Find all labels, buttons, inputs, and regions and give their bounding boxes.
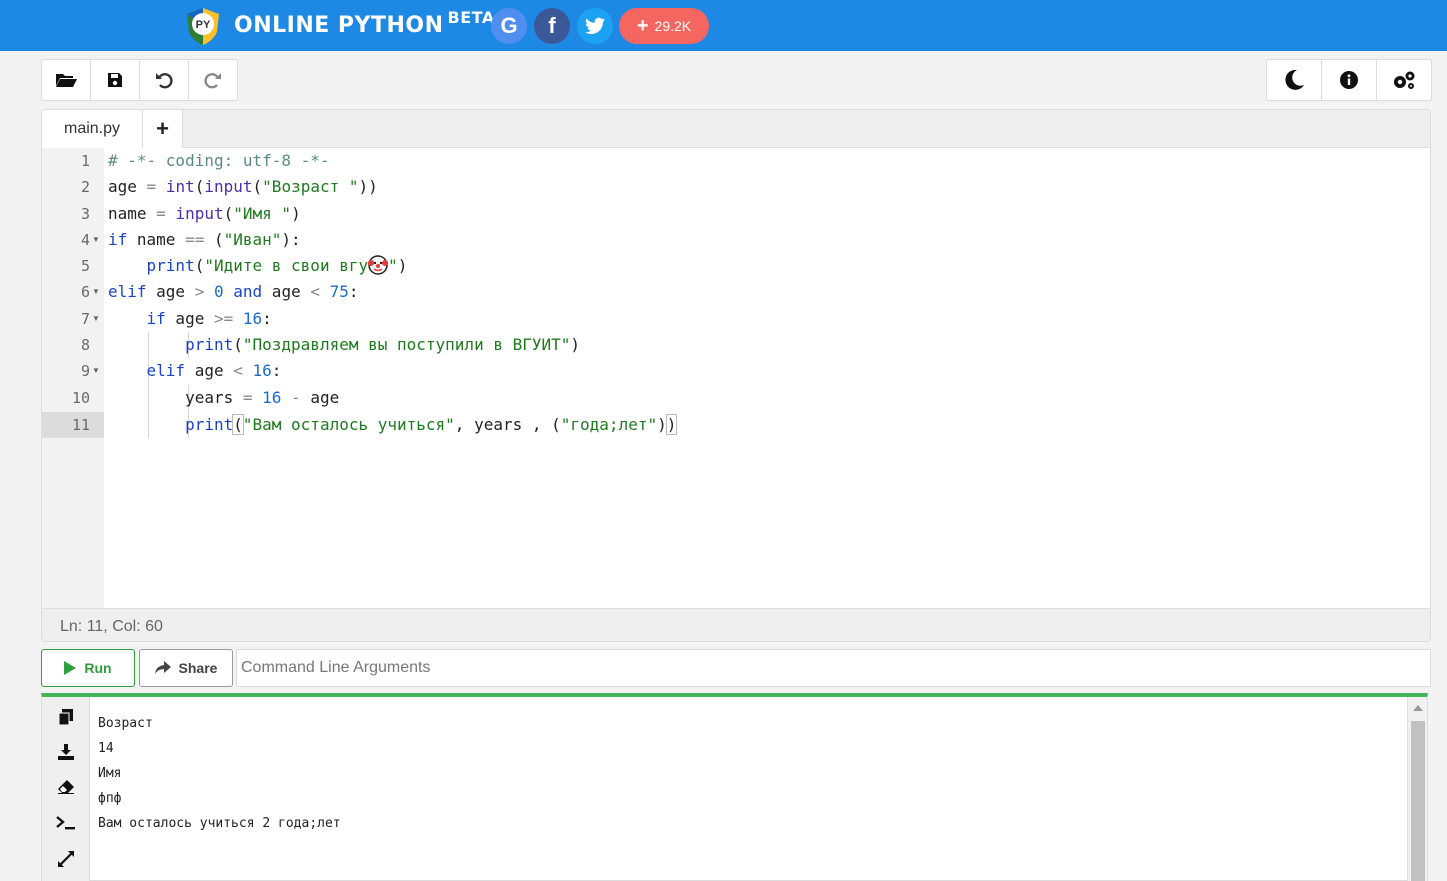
code-line: # -*- coding: utf-8 -*-	[108, 151, 330, 170]
open-folder-icon	[56, 74, 77, 87]
google-icon: G	[500, 13, 518, 38]
twitter-bird-icon	[585, 17, 605, 34]
share-count: 29.2K	[654, 18, 692, 34]
file-toolbar	[41, 59, 238, 101]
expand-console-button[interactable]	[54, 847, 78, 871]
copy-output-button[interactable]	[54, 705, 78, 729]
copy-icon	[59, 709, 73, 725]
save-icon	[108, 73, 122, 87]
logo-shield-icon[interactable]: PY	[183, 6, 223, 46]
share-count-button[interactable]: + 29.2K	[619, 8, 709, 44]
scroll-thumb[interactable]	[1411, 721, 1425, 881]
code-line: years = 16 - age	[108, 388, 340, 407]
output-line: Вам осталось учиться 2 года;лет	[98, 816, 341, 831]
share-label: Share	[178, 660, 218, 676]
text-cursor	[676, 415, 678, 433]
info-icon	[1340, 71, 1358, 89]
line-number: 8	[80, 336, 90, 354]
expand-icon	[58, 851, 74, 867]
status-bar: Ln: 11, Col: 60	[42, 608, 1430, 641]
logo-text: PY	[196, 19, 211, 31]
view-toolbar	[1266, 59, 1432, 101]
facebook-icon: f	[548, 13, 556, 38]
info-button[interactable]	[1322, 60, 1377, 100]
line-number: 9	[80, 362, 90, 380]
code-line: print("Идите в свои вгу ")	[146, 255, 408, 275]
fold-arrow-icon[interactable]: ▼	[92, 227, 100, 253]
terminal-button[interactable]	[54, 811, 78, 835]
fold-arrow-icon[interactable]: ▼	[92, 279, 100, 305]
line-number: 11	[71, 416, 90, 434]
google-share-button[interactable]: G	[491, 8, 527, 44]
facebook-share-button[interactable]: f	[534, 8, 570, 44]
plus-icon: +	[636, 15, 649, 37]
redo-icon	[204, 73, 221, 89]
redo-button[interactable]	[189, 60, 237, 100]
clear-output-button[interactable]	[54, 775, 78, 799]
open-file-button[interactable]	[42, 60, 91, 100]
share-arrow-icon	[154, 661, 171, 674]
console-output: Возраст 14 Имя фпф Вам осталось учиться 2 го…	[98, 711, 341, 836]
beta-label: BETA	[447, 8, 495, 27]
play-icon	[64, 661, 77, 675]
code-line: elif age < 16:	[146, 361, 282, 380]
command-line-arguments-input[interactable]	[236, 649, 1431, 687]
eraser-icon	[58, 780, 74, 794]
brand-name: ONLINE PYTHON	[234, 13, 444, 38]
line-number: 3	[80, 205, 90, 223]
twitter-share-button[interactable]	[577, 8, 613, 44]
output-line: Возраст	[98, 716, 153, 731]
clown-emoji-icon	[368, 255, 389, 275]
code-line: print("Вам осталось учиться", years , ("…	[185, 414, 678, 435]
brand-title[interactable]: ONLINE PYTHON BETA	[234, 8, 495, 38]
line-number: 6	[80, 283, 90, 301]
code-line: if name == ("Иван"):	[108, 230, 301, 249]
console-sidebar	[42, 697, 90, 881]
code-editor: main.py + 1 2 3 4 ▼ 5 6 ▼ 7 ▼ 8 9 ▼ 10 1…	[41, 109, 1431, 642]
scroll-up-icon[interactable]	[1413, 705, 1423, 711]
line-number: 5	[80, 257, 90, 275]
code-line: name = input("Имя ")	[108, 204, 301, 223]
fold-arrow-icon[interactable]: ▼	[92, 306, 100, 332]
undo-button[interactable]	[140, 60, 189, 100]
run-button[interactable]: Run	[41, 649, 135, 687]
code-area[interactable]: # -*- coding: utf-8 -*- age = int(input(…	[104, 148, 1430, 608]
output-line: 14	[98, 741, 114, 756]
dark-mode-button[interactable]	[1267, 60, 1322, 100]
line-number: 2	[80, 178, 90, 196]
code-line: age = int(input("Возраст "))	[108, 177, 378, 196]
save-button[interactable]	[91, 60, 140, 100]
line-gutter: 1 2 3 4 ▼ 5 6 ▼ 7 ▼ 8 9 ▼ 10 11	[42, 148, 104, 608]
share-button[interactable]: Share	[139, 649, 233, 687]
fold-arrow-icon[interactable]: ▼	[92, 358, 100, 384]
line-number: 1	[80, 152, 90, 170]
moon-icon	[1285, 69, 1304, 90]
top-bar: PY ONLINE PYTHON BETA G f + 29.2K	[0, 0, 1447, 51]
download-output-button[interactable]	[54, 740, 78, 764]
output-console: Возраст 14 Имя фпф Вам осталось учиться 2 го…	[41, 693, 1428, 881]
add-tab-button[interactable]: +	[143, 110, 183, 148]
console-scrollbar[interactable]	[1407, 697, 1427, 881]
terminal-icon	[56, 816, 75, 830]
line-number: 4	[80, 231, 90, 249]
output-line: Имя	[98, 766, 122, 781]
line-number: 7	[80, 310, 90, 328]
line-number: 10	[71, 389, 90, 407]
output-line: фпф	[98, 791, 122, 806]
code-line: print("Поздравляем вы поступили в ВГУИТ"…	[185, 335, 581, 354]
settings-button[interactable]	[1377, 60, 1431, 100]
code-line: if age >= 16:	[146, 309, 272, 328]
undo-icon	[156, 73, 173, 89]
run-label: Run	[84, 660, 112, 676]
download-icon	[58, 744, 74, 760]
editor-tabs: main.py +	[42, 110, 1430, 148]
tab-main-py[interactable]: main.py	[42, 110, 143, 148]
code-line: elif age > 0 and age < 75:	[108, 282, 359, 301]
settings-icon	[1394, 71, 1415, 89]
